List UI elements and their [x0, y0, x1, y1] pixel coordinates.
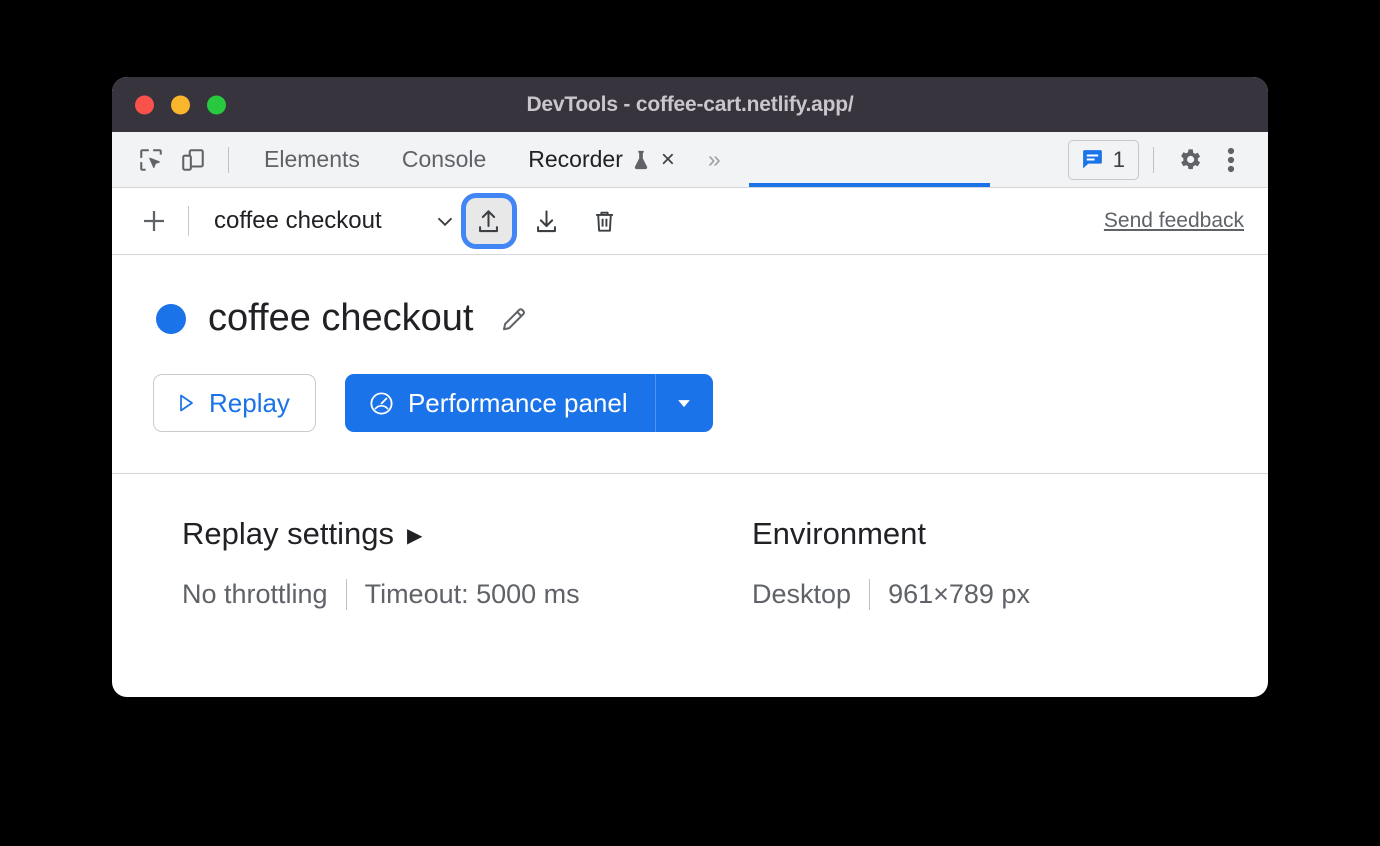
play-triangle-icon	[174, 391, 198, 415]
tab-console[interactable]: Console	[381, 132, 507, 188]
throttling-value: No throttling	[182, 579, 328, 609]
toolbar-divider	[188, 206, 189, 236]
device-toolbar-icon[interactable]	[172, 139, 214, 181]
tab-recorder[interactable]: Recorder ×	[507, 132, 696, 188]
replay-settings-column: Replay settings ▶ No throttling Timeout:…	[112, 516, 752, 610]
environment-heading: Environment	[752, 516, 927, 551]
recording-selector-label[interactable]: coffee checkout	[201, 207, 382, 235]
pencil-icon[interactable]	[499, 304, 529, 334]
replay-settings-header[interactable]: Replay settings ▶	[182, 516, 752, 552]
close-window-button[interactable]	[135, 95, 154, 114]
window-titlebar: DevTools - coffee-cart.netlify.app/	[112, 77, 1268, 132]
more-options-icon[interactable]	[1210, 139, 1252, 181]
timeout-value: Timeout: 5000 ms	[364, 579, 580, 609]
recording-header: coffee checkout	[112, 255, 1268, 340]
replay-button-label: Replay	[209, 387, 290, 418]
active-tab-indicator	[749, 183, 990, 187]
tabbar-divider	[228, 146, 229, 173]
import-recording-button[interactable]	[524, 198, 570, 244]
tab-console-label: Console	[401, 146, 487, 172]
environment-values: Desktop 961×789 px	[752, 579, 1030, 610]
tab-elements-label: Elements	[264, 146, 360, 172]
speedometer-icon	[368, 390, 395, 417]
minimize-window-button[interactable]	[171, 95, 190, 114]
environment-column: Environment Desktop 961×789 px	[752, 516, 1030, 610]
device-type-value: Desktop	[752, 579, 852, 609]
experimental-flask-icon	[631, 149, 651, 171]
performance-panel-button[interactable]: Performance panel	[344, 374, 655, 432]
settings-gear-icon[interactable]	[1168, 139, 1210, 181]
window-title: DevTools - coffee-cart.netlify.app/	[526, 92, 854, 116]
tab-elements[interactable]: Elements	[243, 132, 381, 188]
maximize-window-button[interactable]	[207, 95, 226, 114]
value-divider	[869, 579, 871, 610]
devtools-tabbar: Elements Console Recorder × » 1	[112, 132, 1268, 188]
close-recorder-tab-icon[interactable]: ×	[661, 147, 675, 172]
performance-panel-split-button: Performance panel	[344, 374, 713, 432]
recorder-toolbar: coffee checkout Send feedback	[112, 188, 1268, 255]
viewport-size-value: 961×789 px	[888, 579, 1030, 609]
performance-panel-label: Performance panel	[407, 387, 628, 418]
value-divider	[345, 579, 347, 610]
issues-message-icon	[1080, 147, 1105, 172]
send-feedback-link[interactable]: Send feedback	[1104, 209, 1244, 233]
add-recording-button[interactable]	[134, 201, 174, 241]
performance-panel-dropdown-button[interactable]	[654, 374, 713, 432]
environment-header: Environment	[752, 516, 1030, 552]
settings-section: Replay settings ▶ No throttling Timeout:…	[112, 474, 1268, 610]
replay-settings-values: No throttling Timeout: 5000 ms	[182, 579, 752, 610]
replay-settings-heading: Replay settings	[182, 516, 394, 551]
tab-recorder-label: Recorder	[528, 146, 623, 172]
issues-count-label: 1	[1112, 146, 1125, 172]
recording-actions: Replay Performance panel	[112, 340, 1268, 432]
devtools-window: DevTools - coffee-cart.netlify.app/ Elem…	[112, 77, 1268, 697]
more-tabs-icon[interactable]: »	[696, 146, 733, 173]
delete-recording-button[interactable]	[582, 198, 628, 244]
recording-title: coffee checkout	[208, 297, 474, 339]
export-recording-button[interactable]	[465, 198, 512, 244]
screenshot-stage: DevTools - coffee-cart.netlify.app/ Elem…	[0, 0, 1380, 846]
replay-button[interactable]: Replay	[153, 374, 316, 432]
issues-badge[interactable]: 1	[1067, 139, 1139, 180]
recorder-body: coffee checkout Replay Performance panel…	[112, 255, 1268, 610]
expand-triangle-icon[interactable]: ▶	[407, 526, 422, 546]
window-controls[interactable]	[135, 95, 226, 114]
chevron-down-icon[interactable]	[432, 208, 458, 234]
tabbar-divider-right	[1153, 146, 1154, 173]
inspect-element-icon[interactable]	[130, 139, 172, 181]
recording-status-dot	[156, 303, 186, 334]
